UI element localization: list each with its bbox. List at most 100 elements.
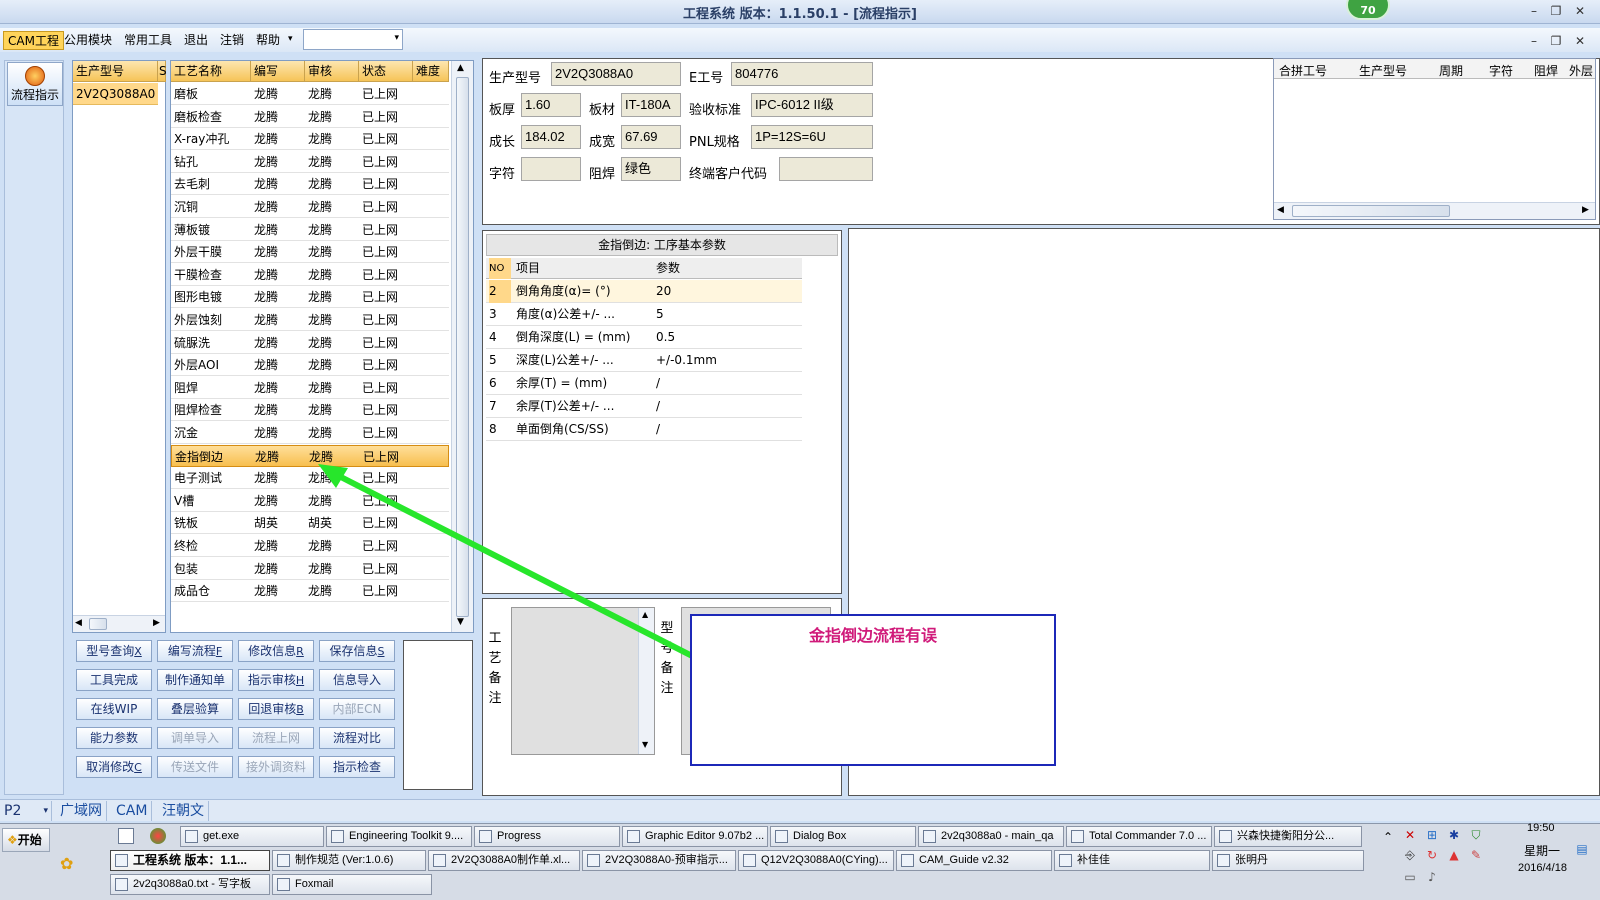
notes-vscrollbar[interactable]: ▲ ▼ [638, 608, 654, 754]
process-row[interactable]: 成品仓 龙腾 龙腾 已上网 [171, 580, 449, 603]
mask-field[interactable]: 绿色 [621, 157, 681, 181]
taskbar-item[interactable]: 制作规范 (Ver:1.0.6) [272, 850, 426, 871]
process-row[interactable]: 外层AOI 龙腾 龙腾 已上网 [171, 354, 449, 377]
process-row[interactable]: 磨板 龙腾 龙腾 已上网 [171, 83, 449, 105]
col-header-status[interactable]: 状态 [359, 61, 413, 82]
action-button[interactable]: 工具完成 [76, 669, 152, 691]
process-row[interactable]: 铣板 胡英 胡英 已上网 [171, 512, 449, 535]
taskbar-item[interactable]: Q12V2Q3088A0(CYing)... [738, 850, 894, 871]
action-button[interactable]: 调单导入 [157, 727, 233, 749]
process-row[interactable]: 沉铜 龙腾 龙腾 已上网 [171, 196, 449, 218]
action-button[interactable]: 信息导入 [319, 669, 395, 691]
action-button[interactable]: 制作通知单 [157, 669, 233, 691]
tab-user[interactable]: 汪朝文 [158, 801, 209, 821]
merge-col-header[interactable]: 阻焊 [1534, 62, 1558, 79]
flow-indication-button[interactable]: 流程指示 [7, 62, 63, 106]
menu-exit[interactable]: 退出 [180, 31, 212, 50]
restore-button[interactable]: ❐ [1546, 2, 1566, 20]
notification-badge[interactable]: 70 [1346, 0, 1390, 20]
standard-field[interactable]: IPC-6012 II级 [751, 93, 873, 117]
thickness-field[interactable]: 1.60 [521, 93, 581, 117]
param-row[interactable]: 6 余厚(T) = (mm) / [486, 372, 802, 395]
volume-icon[interactable]: ♪ [1425, 870, 1439, 884]
taskbar-item[interactable]: 2v2q3088a0.txt - 写字板 [110, 874, 270, 895]
scroll-left-icon[interactable]: ◀ [75, 618, 82, 628]
menu-cam-project[interactable]: CAM工程 [3, 31, 64, 50]
product-model-field[interactable]: 2V2Q3088A0 [551, 62, 681, 86]
menu-combo-select[interactable]: ▾ [303, 29, 403, 50]
scroll-thumb[interactable] [456, 77, 469, 617]
process-row[interactable]: 薄板镀 龙腾 龙腾 已上网 [171, 219, 449, 241]
process-row[interactable]: 沉金 龙腾 龙腾 已上网 [171, 422, 449, 444]
scroll-down-icon[interactable]: ▼ [642, 740, 648, 749]
process-row[interactable]: X-ray冲孔 龙腾 龙腾 已上网 [171, 128, 449, 151]
merge-col-header[interactable]: 合拼工号 [1279, 62, 1327, 79]
merge-col-header[interactable]: 生产型号 [1359, 62, 1407, 79]
note-box[interactable] [403, 640, 473, 790]
menu-help[interactable]: 帮助 [252, 31, 284, 50]
action-button[interactable]: 回退审核B [238, 698, 314, 720]
process-row[interactable]: 钻孔 龙腾 龙腾 已上网 [171, 151, 449, 173]
action-button[interactable]: 型号查询X [76, 640, 152, 662]
taskbar-item[interactable]: 张明丹 [1212, 850, 1364, 871]
action-button[interactable]: 传送文件 [157, 756, 233, 778]
e-no-field[interactable]: 804776 [731, 62, 873, 86]
action-button[interactable]: 内部ECN [319, 698, 395, 720]
taskbar-item[interactable]: 2V2Q3088A0制作单.xl... [428, 850, 580, 871]
process-row[interactable]: 去毛刺 龙腾 龙腾 已上网 [171, 173, 449, 196]
chevron-down-icon[interactable]: ▾ [288, 34, 293, 44]
product-list-item[interactable]: 2V2Q3088A0 [73, 83, 158, 105]
length-field[interactable]: 184.02 [521, 125, 581, 149]
action-button[interactable]: 流程上网 [238, 727, 314, 749]
desktop-icon[interactable]: ▤ [1575, 842, 1589, 856]
action-button[interactable]: 指示检查 [319, 756, 395, 778]
menu-common-tools[interactable]: 常用工具 [120, 31, 176, 50]
process-row[interactable]: 图形电镀 龙腾 龙腾 已上网 [171, 286, 449, 309]
material-field[interactable]: IT-180A [621, 93, 681, 117]
param-row[interactable]: 5 深度(L)公差+/- ... +/-0.1mm [486, 349, 802, 372]
refresh-icon[interactable]: ↻ [1425, 848, 1439, 862]
tab-wan[interactable]: 广域网 [56, 801, 107, 821]
process-row[interactable]: 外层干膜 龙腾 龙腾 已上网 [171, 241, 449, 264]
scroll-left-icon[interactable]: ◀ [1277, 205, 1284, 215]
action-button[interactable]: 保存信息S [319, 640, 395, 662]
menu-logout[interactable]: 注销 [216, 31, 248, 50]
minimize-button[interactable]: – [1524, 2, 1544, 20]
taskbar-item[interactable]: Foxmail [272, 874, 432, 895]
scroll-up-icon[interactable]: ▲ [457, 63, 464, 73]
action-button[interactable]: 编写流程F [157, 640, 233, 662]
scroll-down-icon[interactable]: ▼ [457, 617, 464, 627]
menu-public-module[interactable]: 公用模块 [60, 31, 116, 50]
param-row[interactable]: 3 角度(α)公差+/- ... 5 [486, 303, 802, 326]
shield-icon[interactable]: ⛉ [1469, 828, 1483, 842]
scroll-thumb[interactable] [89, 618, 107, 630]
taskbar-item[interactable]: 补佳佳 [1054, 850, 1210, 871]
process-row[interactable]: 阻焊 龙腾 龙腾 已上网 [171, 377, 449, 399]
chevron-up-icon[interactable]: ⌃ [1381, 830, 1395, 844]
process-row[interactable]: 金指倒边 龙腾 龙腾 已上网 [171, 444, 449, 467]
process-notes-field[interactable]: ▲ ▼ [511, 607, 655, 755]
bluetooth-icon[interactable]: ✱ [1447, 828, 1461, 842]
network-icon[interactable]: ⊞ [1425, 828, 1439, 842]
product-list-header[interactable]: 生产型号 [73, 61, 158, 82]
mdi-restore-button[interactable]: ❐ [1546, 32, 1566, 50]
bottom-combo[interactable]: P2 ▾ [0, 801, 52, 821]
param-row[interactable]: 8 单面倒角(CS/SS) / [486, 418, 802, 441]
action-button[interactable]: 叠层验算 [157, 698, 233, 720]
quicklaunch-icon[interactable]: ✿ [60, 854, 80, 873]
monitor-icon[interactable]: ▭ [1403, 870, 1417, 884]
col-header-difficulty[interactable]: 难度 [413, 61, 449, 82]
param-row[interactable]: 4 倒角深度(L) = (mm) 0.5 [486, 326, 802, 349]
process-row[interactable]: 电子测试 龙腾 龙腾 已上网 [171, 467, 449, 490]
process-row[interactable]: 硫脲洗 龙腾 龙腾 已上网 [171, 332, 449, 354]
scroll-right-icon[interactable]: ▶ [153, 618, 160, 628]
taskbar-item[interactable]: 工程系统 版本：1.1... [110, 850, 270, 871]
tab-cam[interactable]: CAM [112, 801, 153, 821]
action-button[interactable]: 流程对比 [319, 727, 395, 749]
merge-col-header[interactable]: 外层 [1569, 62, 1593, 79]
action-button[interactable]: 指示审核H [238, 669, 314, 691]
taskbar-item[interactable]: CAM_Guide v2.32 [896, 850, 1052, 871]
tool-icon[interactable]: ✎ [1469, 848, 1483, 862]
merge-col-header[interactable]: 周期 [1439, 62, 1463, 79]
col-header-process[interactable]: 工艺名称 [171, 61, 251, 82]
